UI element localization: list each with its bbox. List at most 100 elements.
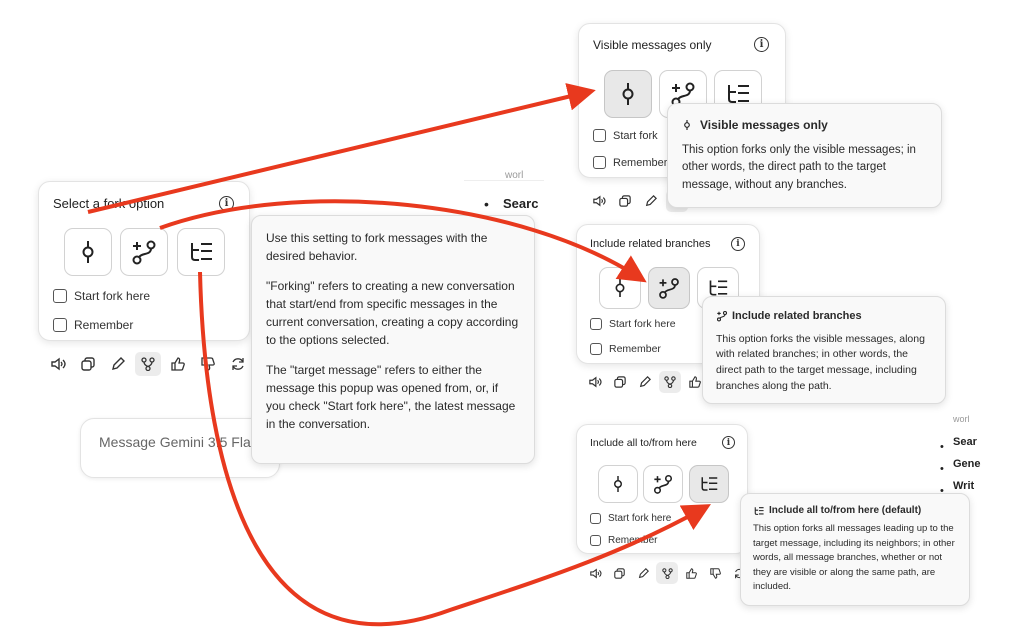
start-fork-here-checkbox[interactable]: Start fork here [590, 513, 671, 524]
checkbox-box[interactable] [590, 318, 602, 330]
git-fork-icon [141, 357, 155, 371]
popup-title: Select a fork option [53, 196, 165, 211]
read-aloud-button[interactable] [588, 190, 610, 212]
related-branches-option-button[interactable] [120, 228, 168, 276]
remember-label: Remember [613, 156, 668, 169]
speaker-icon [589, 376, 602, 388]
popup-title: Visible messages only [593, 38, 712, 52]
related-branches-option-button[interactable] [643, 465, 683, 503]
tooltip-header: Include all to/from here (default) [753, 503, 957, 518]
checkbox-box[interactable] [593, 156, 606, 169]
checkbox-box[interactable] [53, 289, 67, 303]
copy-button[interactable] [614, 190, 636, 212]
read-aloud-button[interactable] [584, 562, 606, 584]
regenerate-button[interactable] [225, 352, 251, 376]
thumbs-down-icon [201, 357, 215, 371]
start-fork-here-checkbox[interactable]: Start fork [593, 129, 658, 142]
thumbs-down-button[interactable] [704, 562, 726, 584]
start-fork-label: Start fork here [608, 513, 672, 524]
background-text-search-right: Sear [953, 436, 977, 448]
background-text-gen-right: Gene [953, 458, 981, 470]
tooltip-title: Include all to/from here (default) [769, 505, 922, 516]
remember-label: Remember [608, 535, 658, 546]
tooltip-paragraph-1: Use this setting to fork messages with t… [266, 231, 488, 263]
remember-checkbox[interactable]: Remember [590, 343, 661, 355]
thumbs-up-icon [685, 567, 697, 579]
checkbox-box[interactable] [590, 535, 601, 546]
pencil-icon [645, 195, 657, 207]
include-all-option-button[interactable] [177, 228, 225, 276]
tooltip-body: This option forks all messages leading u… [753, 523, 955, 592]
checkbox-box[interactable] [53, 318, 67, 332]
visible-messages-option-button[interactable] [598, 465, 638, 503]
thumbs-up-button[interactable] [680, 562, 702, 584]
copy-icon [619, 195, 631, 207]
info-icon[interactable]: i [754, 37, 769, 52]
thumbs-down-button[interactable] [195, 352, 221, 376]
copy-button[interactable] [75, 352, 101, 376]
git-commit-icon [82, 241, 94, 263]
remember-checkbox[interactable]: Remember [53, 318, 133, 332]
fork-button[interactable] [135, 352, 161, 376]
background-text-writ-right: Writ [953, 480, 975, 492]
info-icon[interactable]: i [722, 436, 735, 449]
visible-messages-option-button[interactable] [599, 267, 641, 309]
read-aloud-button[interactable] [45, 352, 71, 376]
checkbox-box[interactable] [593, 129, 606, 142]
visible-messages-option-button[interactable] [604, 70, 652, 118]
git-branch-plus-icon [659, 278, 679, 299]
related-branches-option-button[interactable] [648, 267, 690, 309]
background-bullet: • [484, 196, 489, 212]
visible-messages-tooltip: Visible messages only This option forks … [667, 103, 942, 208]
tooltip-header: Include related branches [716, 308, 932, 325]
copy-button[interactable] [609, 371, 631, 393]
list-tree-icon [709, 280, 728, 296]
edit-button[interactable] [640, 190, 662, 212]
thumbs-up-icon [689, 376, 701, 388]
git-fork-icon [661, 567, 673, 579]
background-text-worl: worl [505, 170, 524, 181]
tooltip-title: Include related branches [732, 310, 862, 322]
git-commit-icon [684, 120, 690, 130]
read-aloud-button[interactable] [584, 371, 606, 393]
git-commit-icon [622, 83, 634, 105]
include-all-option-button[interactable] [689, 465, 729, 503]
edit-button[interactable] [634, 371, 656, 393]
edit-button[interactable] [632, 562, 654, 584]
fork-options-popup: Select a fork option i Start fork here R… [38, 181, 250, 341]
info-icon[interactable]: i [219, 196, 234, 211]
remember-checkbox[interactable]: Remember [593, 156, 667, 169]
thumbs-up-icon [171, 357, 185, 371]
refresh-icon [232, 358, 244, 370]
remember-label: Remember [74, 318, 134, 332]
thumbs-down-icon [709, 567, 721, 579]
start-fork-here-checkbox[interactable]: Start fork here [53, 289, 150, 303]
tooltip-paragraph-3: The "target message" refers to either th… [266, 363, 516, 431]
remember-checkbox[interactable]: Remember [590, 535, 657, 546]
message-action-bar [45, 352, 251, 376]
speaker-icon [51, 357, 66, 371]
fork-button[interactable] [659, 371, 681, 393]
tooltip-title: Visible messages only [700, 118, 828, 132]
edit-button[interactable] [105, 352, 131, 376]
pencil-icon [112, 357, 125, 370]
list-tree-icon [191, 243, 212, 261]
pencil-icon [638, 567, 649, 578]
info-icon[interactable]: i [731, 237, 745, 251]
tooltip-body: This option forks only the visible messa… [682, 144, 916, 191]
copy-button[interactable] [608, 562, 630, 584]
visible-messages-option-button[interactable] [64, 228, 112, 276]
speaker-icon [589, 567, 602, 579]
start-fork-label: Start fork here [609, 318, 676, 330]
copy-icon [81, 357, 95, 371]
background-text-search: Searc [503, 196, 539, 211]
git-commit-icon [615, 279, 625, 297]
start-fork-here-checkbox[interactable]: Start fork here [590, 318, 676, 330]
fork-button[interactable] [656, 562, 678, 584]
checkbox-box[interactable] [590, 343, 602, 355]
thumbs-up-button[interactable] [165, 352, 191, 376]
popup-title: Include related branches [590, 238, 711, 250]
message-input[interactable]: Message Gemini 3.5 Fla [80, 418, 280, 478]
checkbox-box[interactable] [590, 513, 601, 524]
git-commit-icon [614, 476, 622, 492]
